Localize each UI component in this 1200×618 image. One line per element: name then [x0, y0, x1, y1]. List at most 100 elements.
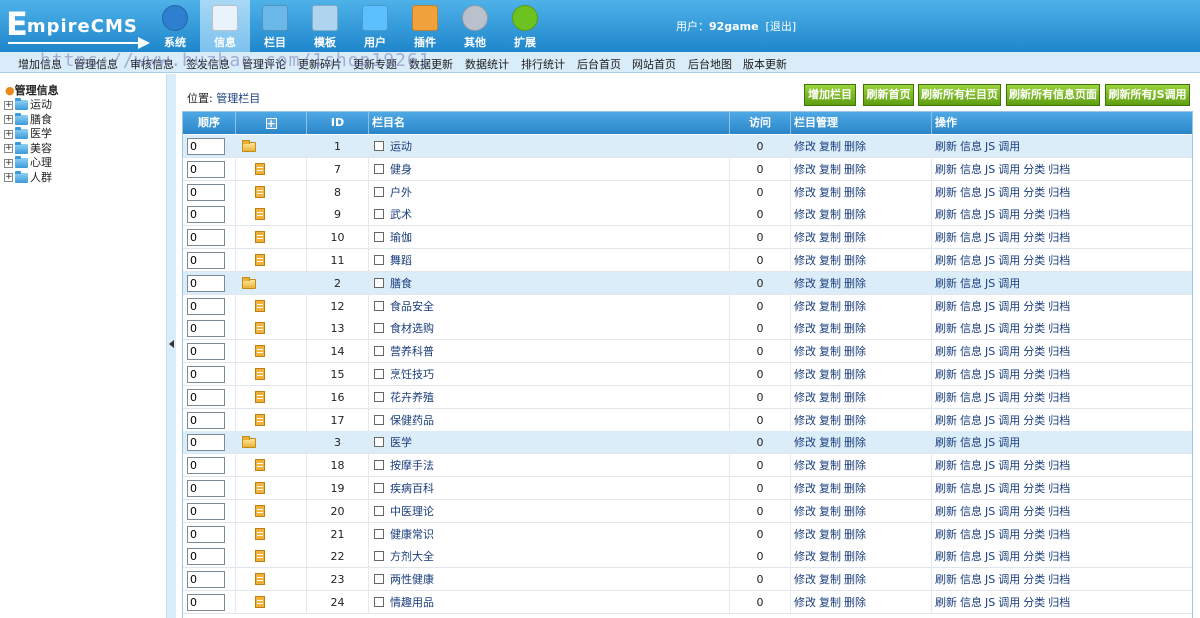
op-link[interactable]: 归档 — [1048, 300, 1070, 313]
manage-link[interactable]: 复制 — [819, 300, 841, 313]
category-name-link[interactable]: 按摩手法 — [390, 454, 434, 477]
op-link[interactable]: JS — [985, 231, 995, 244]
op-link[interactable]: 分类 — [1023, 186, 1045, 199]
manage-link[interactable]: 复制 — [819, 505, 841, 518]
op-link[interactable]: 调用 — [998, 550, 1020, 563]
manage-link[interactable]: 修改 — [794, 163, 816, 176]
op-link[interactable]: 调用 — [998, 596, 1020, 609]
op-link[interactable]: 调用 — [998, 186, 1020, 199]
op-link[interactable]: 归档 — [1048, 368, 1070, 381]
op-link[interactable]: 信息 — [960, 368, 982, 381]
action-button[interactable]: 增加栏目 — [804, 84, 856, 106]
manage-link[interactable]: 修改 — [794, 505, 816, 518]
op-link[interactable]: 刷新 — [935, 436, 957, 449]
expand-icon[interactable]: + — [4, 173, 13, 182]
op-link[interactable]: 分类 — [1023, 596, 1045, 609]
action-button[interactable]: 刷新所有JS调用 — [1105, 84, 1190, 106]
manage-link[interactable]: 删除 — [844, 528, 866, 541]
manage-link[interactable]: 删除 — [844, 550, 866, 563]
manage-link[interactable]: 复制 — [819, 368, 841, 381]
op-link[interactable]: 调用 — [998, 414, 1020, 427]
manage-link[interactable]: 修改 — [794, 391, 816, 404]
tree-node[interactable]: + 人群 — [4, 170, 52, 185]
op-link[interactable]: 分类 — [1023, 208, 1045, 221]
manage-link[interactable]: 修改 — [794, 459, 816, 472]
nav-7[interactable]: 扩展 — [500, 0, 550, 52]
order-input[interactable] — [187, 366, 225, 383]
op-link[interactable]: 信息 — [960, 231, 982, 244]
row-checkbox[interactable] — [374, 277, 384, 288]
order-input[interactable] — [187, 274, 225, 292]
op-link[interactable]: 归档 — [1048, 186, 1070, 199]
op-link[interactable]: 归档 — [1048, 528, 1070, 541]
nav-6[interactable]: 其他 — [450, 0, 500, 52]
op-link[interactable]: 刷新 — [935, 300, 957, 313]
nav-2[interactable]: 栏目 — [250, 0, 300, 52]
op-link[interactable]: 信息 — [960, 277, 982, 290]
manage-link[interactable]: 修改 — [794, 528, 816, 541]
manage-link[interactable]: 复制 — [819, 573, 841, 586]
expand-icon[interactable]: + — [4, 115, 13, 124]
op-link[interactable]: 信息 — [960, 505, 982, 518]
manage-link[interactable]: 删除 — [844, 368, 866, 381]
op-link[interactable]: 刷新 — [935, 345, 957, 358]
row-checkbox[interactable] — [374, 141, 384, 151]
manage-link[interactable]: 删除 — [844, 254, 866, 267]
manage-link[interactable]: 复制 — [819, 414, 841, 427]
expand-icon[interactable]: + — [4, 144, 13, 153]
op-link[interactable]: 分类 — [1023, 573, 1045, 586]
op-link[interactable]: 分类 — [1023, 322, 1045, 335]
manage-link[interactable]: 删除 — [844, 186, 866, 199]
row-checkbox[interactable] — [374, 528, 384, 539]
row-checkbox[interactable] — [374, 597, 384, 607]
category-name-link[interactable]: 健身 — [390, 158, 412, 181]
nav-3[interactable]: 模板 — [300, 0, 350, 52]
op-link[interactable]: 信息 — [960, 459, 982, 472]
op-link[interactable]: 归档 — [1048, 573, 1070, 586]
category-name-link[interactable]: 食材选购 — [390, 317, 434, 340]
category-name-link[interactable]: 营养科普 — [390, 340, 434, 363]
manage-link[interactable]: 删除 — [844, 277, 866, 290]
expand-all-icon[interactable]: + — [265, 117, 277, 129]
manage-link[interactable]: 修改 — [794, 573, 816, 586]
manage-link[interactable]: 复制 — [819, 186, 841, 199]
manage-link[interactable]: 删除 — [844, 163, 866, 176]
category-name-link[interactable]: 花卉养殖 — [390, 386, 434, 409]
op-link[interactable]: 调用 — [998, 231, 1020, 244]
manage-link[interactable]: 删除 — [844, 231, 866, 244]
op-link[interactable]: 刷新 — [935, 277, 957, 290]
manage-link[interactable]: 复制 — [819, 482, 841, 495]
nav-4[interactable]: 用户 — [350, 0, 400, 52]
manage-link[interactable]: 复制 — [819, 254, 841, 267]
order-input[interactable] — [187, 206, 225, 224]
menu-item[interactable]: 后台首页 — [577, 56, 621, 72]
manage-link[interactable]: 复制 — [819, 596, 841, 609]
op-link[interactable]: 调用 — [998, 528, 1020, 541]
collapse-arrow-icon[interactable] — [169, 340, 174, 348]
op-link[interactable]: 分类 — [1023, 345, 1045, 358]
op-link[interactable]: 刷新 — [935, 528, 957, 541]
op-link[interactable]: 调用 — [998, 368, 1020, 381]
op-link[interactable]: JS — [985, 391, 995, 404]
order-input[interactable] — [187, 525, 225, 543]
manage-link[interactable]: 修改 — [794, 231, 816, 244]
op-link[interactable]: JS — [985, 140, 995, 153]
manage-link[interactable]: 修改 — [794, 482, 816, 495]
category-name-link[interactable]: 健康常识 — [390, 523, 434, 546]
manage-link[interactable]: 删除 — [844, 573, 866, 586]
op-link[interactable]: JS — [985, 596, 995, 609]
manage-link[interactable]: 复制 — [819, 231, 841, 244]
manage-link[interactable]: 复制 — [819, 528, 841, 541]
op-link[interactable]: JS — [985, 163, 995, 176]
manage-link[interactable]: 修改 — [794, 208, 816, 221]
op-link[interactable]: 刷新 — [935, 459, 957, 472]
op-link[interactable]: 信息 — [960, 482, 982, 495]
op-link[interactable]: 分类 — [1023, 231, 1045, 244]
manage-link[interactable]: 删除 — [844, 436, 866, 449]
row-checkbox[interactable] — [374, 414, 384, 425]
op-link[interactable]: 调用 — [998, 322, 1020, 335]
op-link[interactable]: 刷新 — [935, 391, 957, 404]
category-name-link[interactable]: 运动 — [390, 135, 412, 158]
logout-link[interactable]: [退出] — [766, 20, 797, 33]
op-link[interactable]: JS — [985, 368, 995, 381]
